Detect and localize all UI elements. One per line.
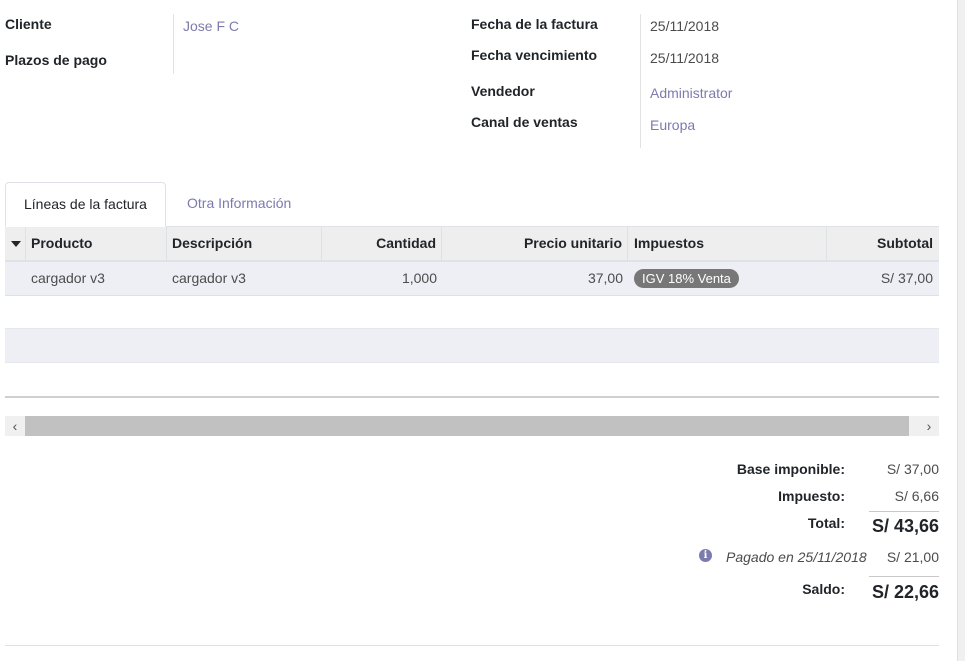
saldo-label: Saldo: bbox=[802, 581, 845, 597]
plazos-pago-label: Plazos de pago bbox=[5, 52, 107, 68]
bottom-divider bbox=[5, 645, 939, 646]
fecha-vencimiento-value[interactable]: 25/11/2018 bbox=[650, 50, 719, 66]
tab-lineas-factura[interactable]: Líneas de la factura bbox=[5, 182, 166, 227]
vendedor-label: Vendedor bbox=[471, 83, 535, 99]
column-header-descripcion[interactable]: Descripción bbox=[172, 227, 252, 260]
info-icon[interactable]: i bbox=[699, 549, 712, 562]
tax-badge[interactable]: IGV 18% Venta bbox=[634, 269, 739, 288]
horizontal-scrollbar[interactable]: ‹ › bbox=[5, 416, 939, 436]
pagado-value: S/ 21,00 bbox=[886, 549, 939, 565]
total-label: Total: bbox=[807, 515, 845, 531]
total-divider bbox=[869, 511, 939, 512]
column-header-producto[interactable]: Producto bbox=[31, 227, 92, 260]
column-header-subtotal[interactable]: Subtotal bbox=[827, 227, 933, 260]
fecha-factura-value[interactable]: 25/11/2018 bbox=[650, 18, 719, 34]
cell-cantidad[interactable]: 1,000 bbox=[322, 262, 437, 295]
saldo-divider bbox=[869, 576, 939, 577]
scrollbar-thumb[interactable] bbox=[25, 416, 909, 436]
column-header-precio-unitario[interactable]: Precio unitario bbox=[442, 227, 622, 260]
caret-down-icon[interactable] bbox=[11, 241, 21, 247]
field-separator bbox=[173, 14, 174, 74]
cell-precio-unitario[interactable]: 37,00 bbox=[442, 262, 623, 295]
base-imponible-label: Base imponible: bbox=[736, 461, 845, 477]
table-footer-line bbox=[5, 396, 939, 398]
page-background-strip bbox=[958, 0, 965, 661]
empty-table-row bbox=[5, 328, 939, 363]
scroll-right-icon[interactable]: › bbox=[919, 416, 939, 436]
impuesto-value: S/ 6,66 bbox=[894, 488, 939, 504]
cliente-label: Cliente bbox=[5, 16, 52, 32]
scroll-left-icon[interactable]: ‹ bbox=[5, 416, 25, 436]
fecha-vencimiento-label: Fecha vencimiento bbox=[471, 47, 598, 63]
cell-subtotal: S/ 37,00 bbox=[880, 270, 933, 286]
field-separator-right bbox=[640, 14, 641, 148]
total-value: S/ 43,66 bbox=[871, 516, 939, 536]
pagado-text: Pagado en 25/11/2018 bbox=[726, 549, 867, 565]
vendedor-value-link[interactable]: Administrator bbox=[650, 85, 732, 101]
impuesto-label: Impuesto: bbox=[778, 488, 845, 504]
fecha-factura-label: Fecha de la factura bbox=[471, 16, 598, 32]
tab-otra-informacion[interactable]: Otra Información bbox=[187, 195, 291, 211]
column-header-cantidad[interactable]: Cantidad bbox=[322, 227, 436, 260]
canal-ventas-label: Canal de ventas bbox=[471, 114, 578, 130]
table-header: Producto Descripción Cantidad Precio uni… bbox=[5, 227, 939, 262]
column-header-impuestos[interactable]: Impuestos bbox=[634, 227, 704, 260]
cell-producto[interactable]: cargador v3 bbox=[31, 262, 105, 295]
base-imponible-value: S/ 37,00 bbox=[886, 461, 939, 477]
cell-descripcion[interactable]: cargador v3 bbox=[172, 262, 246, 295]
cliente-value-link[interactable]: Jose F C bbox=[183, 18, 239, 34]
canal-ventas-value-link[interactable]: Europa bbox=[650, 117, 695, 133]
table-row[interactable]: cargador v3 cargador v3 1,000 37,00 IGV … bbox=[5, 262, 939, 296]
saldo-value: S/ 22,66 bbox=[871, 582, 939, 602]
